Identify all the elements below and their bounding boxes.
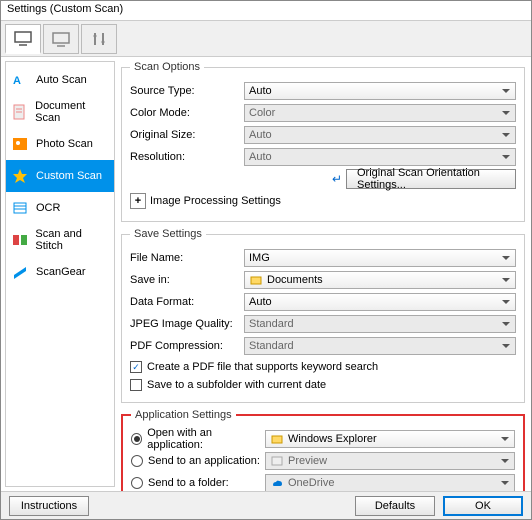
stitch-icon xyxy=(10,230,29,250)
sidebar-item-label: Document Scan xyxy=(35,100,110,124)
color-mode-select[interactable]: Color xyxy=(244,104,516,122)
auto-icon: A xyxy=(10,70,30,90)
jpeg-quality-label: JPEG Image Quality: xyxy=(130,318,240,330)
window-title: Settings (Custom Scan) xyxy=(1,1,531,21)
radio-off-icon xyxy=(131,477,143,489)
tab-scan-from-panel[interactable] xyxy=(43,24,79,54)
sidebar-item-ocr[interactable]: OCR xyxy=(6,192,114,224)
ok-button[interactable]: OK xyxy=(443,496,523,516)
sidebar-item-document-scan[interactable]: Document Scan xyxy=(6,96,114,128)
radio-on-icon xyxy=(131,433,142,445)
subfolder-date-checkbox[interactable]: Save to a subfolder with current date xyxy=(130,376,516,394)
photo-icon xyxy=(10,134,30,154)
checkbox-unchecked-icon xyxy=(130,379,142,391)
sidebar-item-label: Custom Scan xyxy=(36,170,102,182)
image-processing-label: Image Processing Settings xyxy=(150,195,281,207)
onedrive-icon xyxy=(270,476,284,490)
preview-icon xyxy=(270,454,284,468)
top-tabs xyxy=(1,21,531,57)
send-app-radio[interactable]: Send to an application: xyxy=(131,452,261,470)
resolution-label: Resolution: xyxy=(130,151,240,163)
defaults-button[interactable]: Defaults xyxy=(355,496,435,516)
open-app-select[interactable]: Windows Explorer xyxy=(265,430,515,448)
sidebar-item-auto-scan[interactable]: A Auto Scan xyxy=(6,64,114,96)
color-mode-label: Color Mode: xyxy=(130,107,240,119)
explorer-icon xyxy=(270,432,284,446)
monitor-icon xyxy=(13,30,33,46)
send-folder-radio[interactable]: Send to a folder: xyxy=(131,474,261,491)
source-type-select[interactable]: Auto xyxy=(244,82,516,100)
orientation-settings-button[interactable]: Original Scan Orientation Settings... xyxy=(346,169,516,189)
sidebar-item-label: Photo Scan xyxy=(36,138,93,150)
ocr-icon xyxy=(10,198,30,218)
send-folder-select[interactable]: OneDrive xyxy=(265,474,515,491)
original-size-label: Original Size: xyxy=(130,129,240,141)
sidebar-item-scangear[interactable]: ScanGear xyxy=(6,256,114,288)
sidebar-item-label: ScanGear xyxy=(36,266,86,278)
application-settings-group: Application Settings Open with an applic… xyxy=(121,409,525,491)
star-icon xyxy=(10,166,30,186)
application-settings-legend: Application Settings xyxy=(131,409,236,421)
tools-icon xyxy=(91,31,107,47)
pdf-compression-label: PDF Compression: xyxy=(130,340,240,352)
sidebar-item-label: Auto Scan xyxy=(36,74,87,86)
document-icon xyxy=(10,102,29,122)
svg-text:A: A xyxy=(13,75,21,87)
monitor-alt-icon xyxy=(51,31,71,47)
data-format-label: Data Format: xyxy=(130,296,240,308)
save-in-label: Save in: xyxy=(130,274,240,286)
save-in-select[interactable]: Documents xyxy=(244,271,516,289)
source-type-label: Source Type: xyxy=(130,85,240,97)
expand-image-processing-button[interactable]: + xyxy=(130,193,146,209)
scan-options-group: Scan Options Source Type: Auto Color Mod… xyxy=(121,61,525,222)
pdf-keyword-checkbox[interactable]: ✓ Create a PDF file that supports keywor… xyxy=(130,358,516,376)
jpeg-quality-select[interactable]: Standard xyxy=(244,315,516,333)
sidebar-item-label: Scan and Stitch xyxy=(35,228,110,252)
folder-icon xyxy=(249,273,263,287)
file-name-input[interactable]: IMG xyxy=(244,249,516,267)
open-app-radio[interactable]: Open with an application: xyxy=(131,430,261,448)
send-app-select[interactable]: Preview xyxy=(265,452,515,470)
sidebar-item-photo-scan[interactable]: Photo Scan xyxy=(6,128,114,160)
scanner-icon xyxy=(10,262,30,282)
scan-type-sidebar: A Auto Scan Document Scan Photo Scan Cus… xyxy=(5,61,115,487)
instructions-button[interactable]: Instructions xyxy=(9,496,89,516)
sidebar-item-scan-stitch[interactable]: Scan and Stitch xyxy=(6,224,114,256)
checkbox-checked-icon: ✓ xyxy=(130,361,142,373)
save-settings-legend: Save Settings xyxy=(130,228,206,240)
scan-options-legend: Scan Options xyxy=(130,61,204,73)
radio-off-icon xyxy=(131,455,143,467)
sidebar-item-label: OCR xyxy=(36,202,60,214)
resolution-select[interactable]: Auto xyxy=(244,148,516,166)
pdf-compression-select[interactable]: Standard xyxy=(244,337,516,355)
tab-scan-from-computer[interactable] xyxy=(5,24,41,54)
original-size-select[interactable]: Auto xyxy=(244,126,516,144)
return-arrow-icon: ↵ xyxy=(332,172,342,186)
file-name-label: File Name: xyxy=(130,252,240,264)
data-format-select[interactable]: Auto xyxy=(244,293,516,311)
tab-general-settings[interactable] xyxy=(81,24,117,54)
sidebar-item-custom-scan[interactable]: Custom Scan xyxy=(6,160,114,192)
save-settings-group: Save Settings File Name: IMG Save in: Do… xyxy=(121,228,525,403)
